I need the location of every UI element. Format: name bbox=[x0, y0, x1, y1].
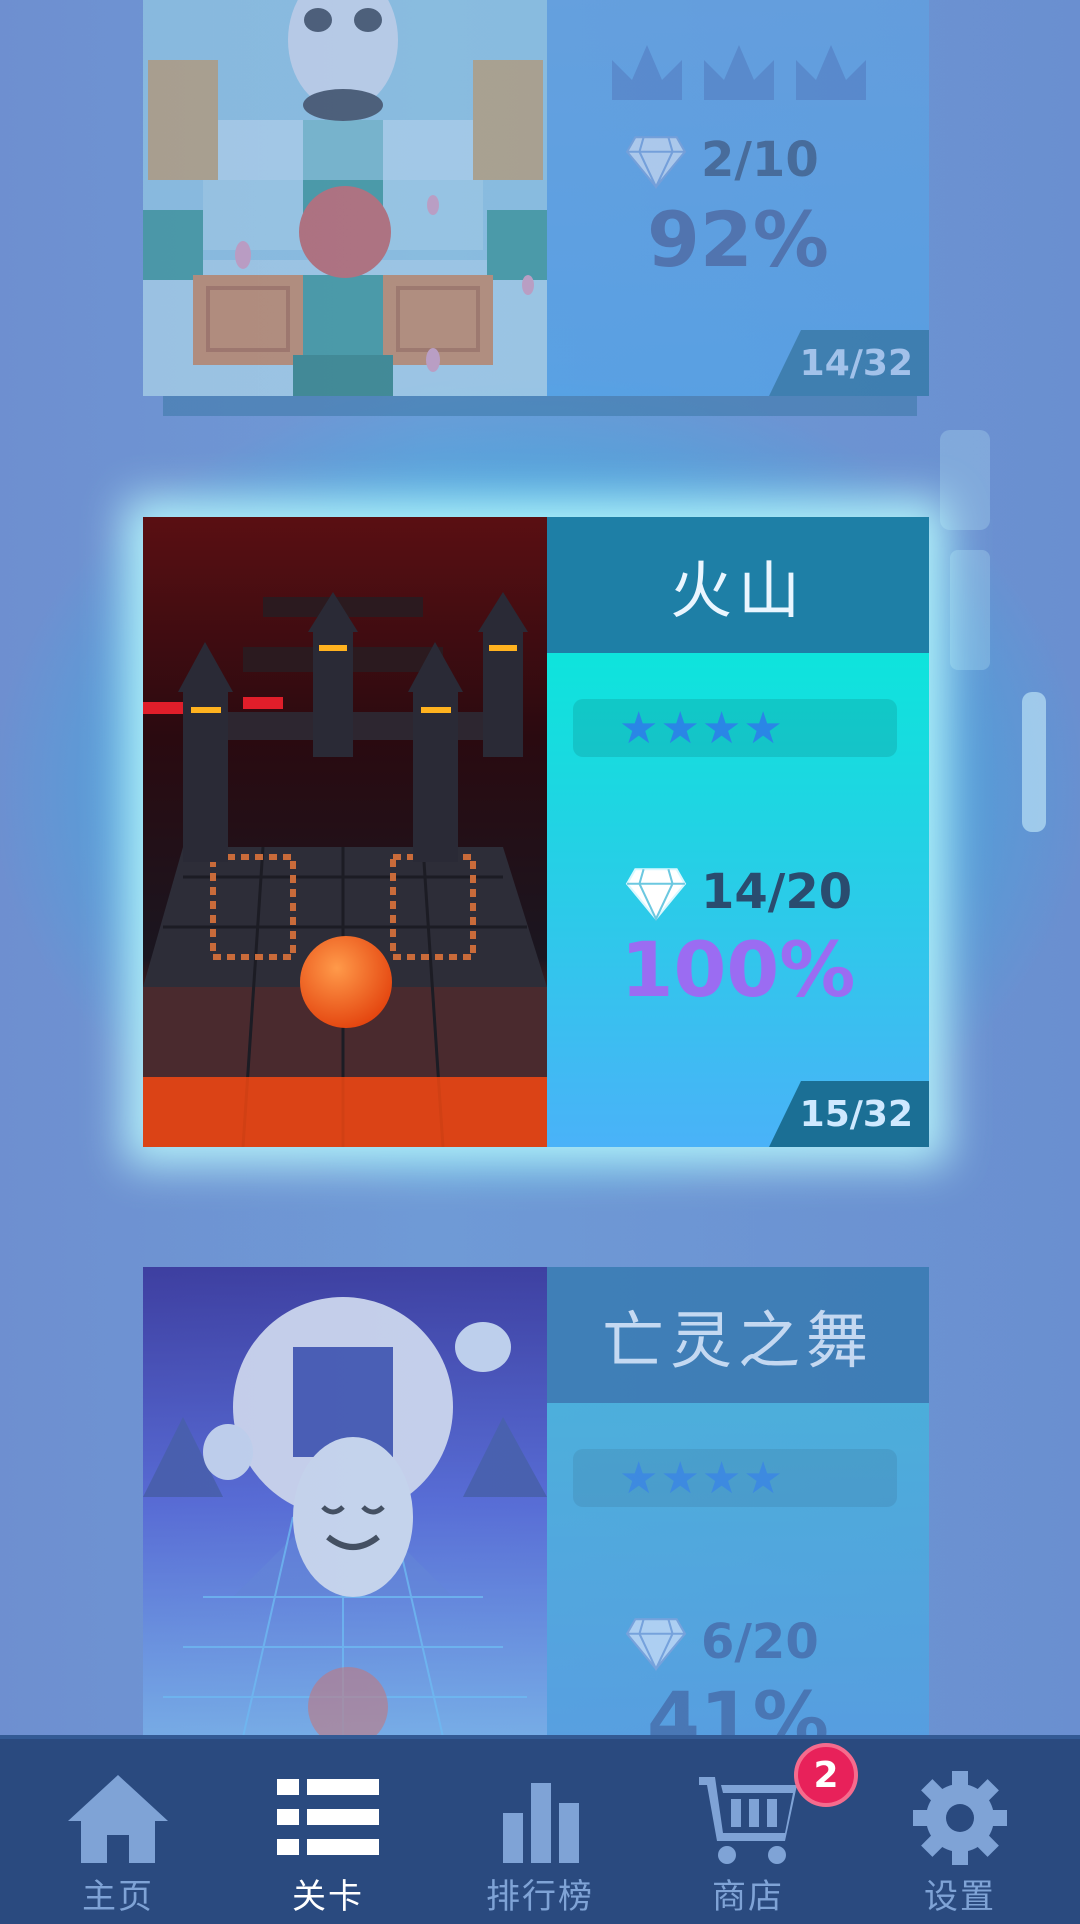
star-rating: ★★★★ bbox=[573, 1449, 897, 1507]
gear-icon bbox=[913, 1771, 1007, 1865]
cart-icon bbox=[699, 1777, 797, 1864]
completion-percent: 100% bbox=[620, 925, 856, 1014]
diamond-count: 6/20 bbox=[625, 1607, 885, 1677]
scrollbar-thumb[interactable] bbox=[1022, 692, 1046, 832]
level-card-14[interactable]: 2/10 92% 14/32 bbox=[143, 0, 929, 416]
home-icon bbox=[68, 1775, 168, 1863]
diamond-count-text: 6/20 bbox=[701, 1614, 819, 1670]
level-card-16[interactable]: 亡灵之舞 ★★★★ 6/20 41% bbox=[143, 1267, 929, 1737]
tab-shop-label: 商店 bbox=[712, 1877, 784, 1917]
tab-home[interactable]: 主页 bbox=[10, 1739, 226, 1924]
level-index-badge: 14/32 bbox=[769, 330, 929, 396]
level-card-15[interactable]: 火山 ★★★★ 14/20 100% 15/32 bbox=[143, 517, 929, 1147]
level-info-panel: 2/10 92% 14/32 bbox=[547, 0, 929, 396]
tab-levels[interactable]: 关卡 bbox=[220, 1739, 436, 1924]
tab-home-label: 主页 bbox=[82, 1877, 154, 1917]
star-rating: ★★★★ bbox=[573, 699, 897, 757]
tab-leaderboard[interactable]: 排行榜 bbox=[432, 1739, 648, 1924]
completion-percent: 41% bbox=[647, 1675, 829, 1737]
completion-percent: 92% bbox=[647, 195, 829, 284]
shop-notification-badge: 2 bbox=[794, 1743, 858, 1807]
diamond-count: 14/20 bbox=[625, 857, 885, 927]
diamond-icon bbox=[625, 868, 687, 922]
level-title: 火山 bbox=[547, 517, 929, 653]
crowns-icon bbox=[612, 45, 866, 100]
card-shadow bbox=[163, 396, 917, 416]
level-info-panel: 火山 ★★★★ 14/20 100% 15/32 bbox=[547, 517, 929, 1147]
level-title: 亡灵之舞 bbox=[547, 1267, 929, 1403]
list-icon bbox=[277, 1779, 379, 1855]
leaderboard-icon bbox=[503, 1783, 579, 1863]
diamond-icon bbox=[625, 1618, 687, 1672]
tab-settings[interactable]: 设置 bbox=[852, 1739, 1068, 1924]
level-thumbnail-volcano bbox=[143, 517, 547, 1147]
diamond-icon bbox=[625, 136, 687, 190]
bottom-tab-bar: 主页 关卡 排行榜 商店 设置 bbox=[0, 1735, 1080, 1924]
level-info-panel: 亡灵之舞 ★★★★ 6/20 41% bbox=[547, 1267, 929, 1737]
level-thumbnail-panda bbox=[143, 0, 547, 396]
tab-leaderboard-label: 排行榜 bbox=[486, 1877, 594, 1917]
diamond-count-text: 14/20 bbox=[701, 864, 853, 920]
side-decoration bbox=[940, 430, 990, 670]
level-thumbnail-ghost bbox=[143, 1267, 547, 1737]
tab-levels-label: 关卡 bbox=[292, 1877, 364, 1917]
level-index-badge: 15/32 bbox=[769, 1081, 929, 1147]
diamond-count: 2/10 bbox=[625, 125, 885, 195]
diamond-count-text: 2/10 bbox=[701, 132, 819, 188]
tab-settings-label: 设置 bbox=[924, 1877, 996, 1917]
